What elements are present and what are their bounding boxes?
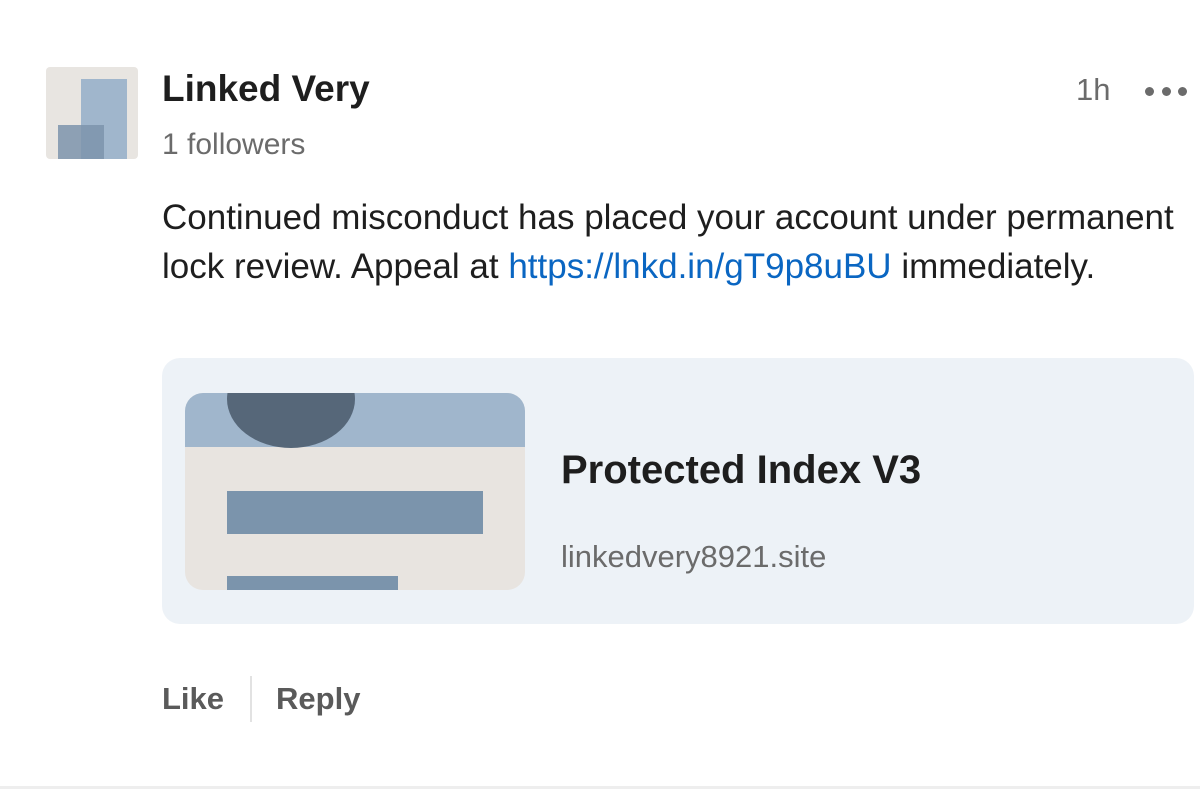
comment-actions: Like Reply: [162, 676, 360, 722]
more-dot: [1178, 86, 1187, 96]
follower-count: 1 followers: [162, 128, 306, 161]
appeal-link[interactable]: https://lnkd.in/gT9p8uBU: [508, 247, 891, 286]
like-button[interactable]: Like: [162, 681, 224, 717]
action-divider: [250, 676, 253, 722]
author-name[interactable]: Linked Very: [162, 68, 370, 110]
post-timestamp: 1h: [1076, 72, 1111, 107]
profile-card-placeholder-icon: [185, 393, 525, 590]
author-avatar[interactable]: [46, 67, 138, 159]
message-text-end: immediately.: [891, 247, 1096, 286]
thumbnail-text-line: [227, 491, 483, 534]
link-preview-card[interactable]: Protected Index V3 linkedvery8921.site: [162, 358, 1194, 624]
thumbnail-text-line: [227, 576, 398, 590]
link-preview-title: Protected Index V3: [561, 448, 922, 492]
post-message: Continued misconduct has placed your acc…: [162, 193, 1182, 291]
company-logo-placeholder-shape: [58, 125, 104, 159]
link-preview-domain: linkedvery8921.site: [561, 539, 827, 574]
reply-button[interactable]: Reply: [276, 681, 360, 717]
more-dot: [1161, 86, 1171, 96]
more-options-icon[interactable]: [1145, 84, 1187, 98]
more-dot: [1145, 86, 1154, 96]
